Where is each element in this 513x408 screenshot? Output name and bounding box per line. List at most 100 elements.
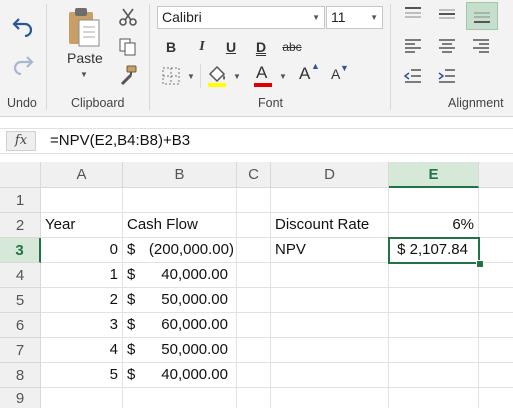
grow-font-button[interactable]: A ▲ <box>299 61 320 88</box>
cell-a5[interactable]: 2 <box>41 288 123 313</box>
cell-a4[interactable]: 1 <box>41 263 123 288</box>
cell-c9[interactable] <box>237 388 271 408</box>
row-header-8[interactable]: 8 <box>0 363 41 388</box>
font-color-button[interactable]: A <box>253 63 275 89</box>
select-all-corner[interactable] <box>0 162 41 188</box>
cell-c4[interactable] <box>237 263 271 288</box>
row-header-5[interactable]: 5 <box>0 288 41 313</box>
cell-d6[interactable] <box>271 313 389 338</box>
cell-a8[interactable]: 5 <box>41 363 123 388</box>
fill-color-icon[interactable] <box>205 64 229 88</box>
cell-e1[interactable] <box>389 188 479 213</box>
underline-button[interactable]: U <box>222 36 240 58</box>
cell-f3[interactable] <box>479 238 513 263</box>
row-header-4[interactable]: 4 <box>0 263 41 288</box>
cell-c2[interactable] <box>237 213 271 238</box>
cell-f6[interactable] <box>479 313 513 338</box>
cell-d7[interactable] <box>271 338 389 363</box>
align-right-icon[interactable] <box>468 34 494 58</box>
strikethrough-button[interactable]: abc <box>280 36 304 58</box>
column-header-d[interactable]: D <box>271 162 389 188</box>
decrease-indent-icon[interactable] <box>400 64 426 88</box>
copy-icon[interactable] <box>117 36 139 58</box>
redo-icon[interactable] <box>10 50 36 76</box>
cell-c3[interactable] <box>237 238 271 263</box>
cell-b8[interactable]: $40,000.00 <box>123 363 237 388</box>
borders-icon[interactable] <box>161 66 181 86</box>
cell-c1[interactable] <box>237 188 271 213</box>
cell-f5[interactable] <box>479 288 513 313</box>
paste-icon[interactable] <box>64 6 104 48</box>
cell-e7[interactable] <box>389 338 479 363</box>
cell-c7[interactable] <box>237 338 271 363</box>
font-size-select[interactable]: 11 ▼ <box>326 6 383 29</box>
cell-d4[interactable] <box>271 263 389 288</box>
cell-c5[interactable] <box>237 288 271 313</box>
cell-d9[interactable] <box>271 388 389 408</box>
row-header-6[interactable]: 6 <box>0 313 41 338</box>
borders-dropdown-icon[interactable]: ▼ <box>187 72 195 81</box>
cell-f2[interactable] <box>479 213 513 238</box>
cell-d3[interactable]: NPV <box>271 238 389 263</box>
cell-e6[interactable] <box>389 313 479 338</box>
row-header-2[interactable]: 2 <box>0 213 41 238</box>
align-left-icon[interactable] <box>400 34 426 58</box>
cell-e5[interactable] <box>389 288 479 313</box>
fill-color-dropdown-icon[interactable]: ▼ <box>233 72 241 81</box>
column-header-c[interactable]: C <box>237 162 271 188</box>
cell-b9[interactable] <box>123 388 237 408</box>
cell-d5[interactable] <box>271 288 389 313</box>
cell-f1[interactable] <box>479 188 513 213</box>
align-center-icon[interactable] <box>434 34 460 58</box>
column-header-e[interactable]: E <box>389 162 479 188</box>
cell-b6[interactable]: $60,000.00 <box>123 313 237 338</box>
cell-e9[interactable] <box>389 388 479 408</box>
cell-e2[interactable]: 6% <box>389 213 479 238</box>
cell-a6[interactable]: 3 <box>41 313 123 338</box>
paste-dropdown-icon[interactable]: ▼ <box>80 70 88 79</box>
bold-button[interactable]: B <box>162 36 180 58</box>
cell-f4[interactable] <box>479 263 513 288</box>
cell-f7[interactable] <box>479 338 513 363</box>
column-header-f[interactable] <box>479 162 513 188</box>
undo-icon[interactable] <box>10 12 36 38</box>
cell-b1[interactable] <box>123 188 237 213</box>
formula-input[interactable]: =NPV(E2,B4:B8)+B3 <box>50 132 190 149</box>
font-color-dropdown-icon[interactable]: ▼ <box>279 72 287 81</box>
cell-a1[interactable] <box>41 188 123 213</box>
shrink-font-button[interactable]: A ▼ <box>331 63 351 90</box>
cell-b7[interactable]: $50,000.00 <box>123 338 237 363</box>
cell-a3[interactable]: 0 <box>41 238 123 263</box>
cell-d8[interactable] <box>271 363 389 388</box>
row-header-1[interactable]: 1 <box>0 188 41 213</box>
cell-a9[interactable] <box>41 388 123 408</box>
paste-button-label[interactable]: Paste <box>67 50 103 66</box>
row-header-9[interactable]: 9 <box>0 388 41 408</box>
cell-e8[interactable] <box>389 363 479 388</box>
cell-a7[interactable]: 4 <box>41 338 123 363</box>
increase-indent-icon[interactable] <box>434 64 460 88</box>
row-header-7[interactable]: 7 <box>0 338 41 363</box>
italic-button[interactable]: I <box>193 36 211 58</box>
insert-function-button[interactable]: fx <box>6 131 36 151</box>
format-painter-icon[interactable] <box>117 64 139 86</box>
cell-b3[interactable]: $ (200,000.00) <box>123 238 237 263</box>
cell-c8[interactable] <box>237 363 271 388</box>
row-header-3[interactable]: 3 <box>0 238 41 263</box>
column-header-b[interactable]: B <box>123 162 237 188</box>
align-middle-icon[interactable] <box>434 2 460 26</box>
cell-b2[interactable]: Cash Flow <box>123 213 237 238</box>
cell-f9[interactable] <box>479 388 513 408</box>
double-underline-button[interactable]: D <box>252 36 270 58</box>
font-name-select[interactable]: Calibri ▼ <box>157 6 325 29</box>
align-top-icon[interactable] <box>400 2 426 26</box>
fill-handle[interactable] <box>476 260 484 268</box>
cell-b4[interactable]: $40,000.00 <box>123 263 237 288</box>
cell-d1[interactable] <box>271 188 389 213</box>
cut-icon[interactable] <box>117 6 139 28</box>
cell-e4[interactable] <box>389 263 479 288</box>
cell-b5[interactable]: $50,000.00 <box>123 288 237 313</box>
column-header-a[interactable]: A <box>41 162 123 188</box>
cell-c6[interactable] <box>237 313 271 338</box>
cell-a2[interactable]: Year <box>41 213 123 238</box>
